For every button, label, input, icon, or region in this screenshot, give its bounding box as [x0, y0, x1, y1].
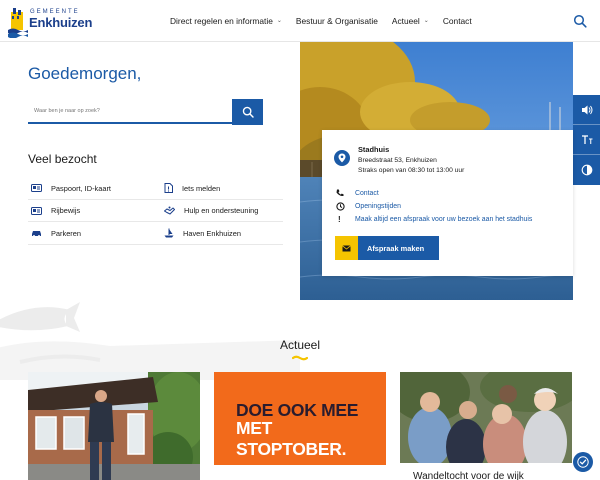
site-header: GEMEENTE Enkhuizen Direct regelen en inf… [0, 0, 600, 42]
afspraak-notice-row[interactable]: ! Maak altijd een afspraak voor uw bezoe… [336, 215, 532, 224]
link-hulp[interactable]: Hulp en ondersteuning [164, 200, 258, 222]
main-nav: Direct regelen en informatie ⌄ Bestuur &… [170, 0, 486, 42]
openingstijden-link-row[interactable]: Openingstijden [336, 202, 401, 211]
stadhuis-address: Breedstraat 53, Enkhuizen [358, 157, 437, 164]
nav-bestuur[interactable]: Bestuur & Organisatie [296, 16, 378, 26]
car-icon [32, 231, 41, 237]
nav-label: Actueel [391, 16, 420, 26]
link-label: Haven Enkhuizen [183, 228, 241, 238]
clock-icon [336, 202, 348, 211]
stadhuis-card: Stadhuis Breedstraat 53, Enkhuizen Strak… [322, 130, 573, 276]
greeting-heading: Goedemorgen, [28, 64, 142, 83]
contact-link[interactable]: Contact [355, 190, 379, 197]
nav-contact[interactable]: Contact [443, 16, 472, 26]
search-button[interactable] [232, 99, 263, 125]
link-label: Parkeren [51, 228, 81, 238]
contrast-button[interactable] [573, 155, 600, 185]
news-item-1-image[interactable] [28, 372, 200, 480]
accessibility-icon [577, 456, 589, 468]
speaker-icon [581, 105, 592, 114]
nav-label: Contact [442, 16, 472, 26]
exclamation-icon: ! [338, 215, 341, 224]
envelope-icon [335, 236, 358, 260]
location-pin-icon [334, 150, 350, 166]
openingstijden-link[interactable]: Openingstijden [355, 203, 401, 210]
logo-title: Enkhuizen [29, 15, 93, 30]
wave-decoration [0, 302, 300, 380]
popular-links: Paspoort, ID-kaart Iets melden Rijbewijs… [28, 177, 283, 245]
chevron-down-icon: ⌄ [276, 17, 282, 24]
text-size-icon [581, 134, 592, 144]
afspraak-notice-link[interactable]: Maak altijd een afspraak voor uw bezoek … [355, 216, 532, 223]
news-item-3-caption[interactable]: Wandeltocht voor de wijk [413, 471, 524, 480]
popular-row: Parkeren Haven Enkhuizen [28, 222, 283, 245]
drivers-license-icon [31, 206, 42, 215]
link-label: Hulp en ondersteuning [184, 206, 259, 215]
link-label: Rijbewijs [51, 206, 81, 215]
link-iets-melden[interactable]: Iets melden [164, 177, 220, 199]
search-icon [242, 106, 254, 118]
nav-label: Direct regelen en informatie [170, 16, 273, 26]
nav-label: Bestuur & Organisatie [295, 16, 378, 26]
stadhuis-title: Stadhuis [358, 145, 390, 154]
city-emblem-icon [8, 8, 28, 38]
link-label: Paspoort, ID-kaart [51, 183, 111, 193]
link-paspoort[interactable]: Paspoort, ID-kaart [31, 177, 111, 199]
link-parkeren[interactable]: Parkeren [31, 222, 81, 244]
link-haven[interactable]: Haven Enkhuizen [164, 222, 241, 244]
report-icon [164, 183, 173, 193]
stadhuis-hours: Straks open van 08:30 tot 13:00 uur [358, 167, 465, 174]
search-field[interactable] [28, 99, 232, 124]
popular-row: Rijbewijs Hulp en ondersteuning [28, 200, 283, 222]
accessibility-toolbar [573, 95, 600, 185]
popular-row: Paspoort, ID-kaart Iets melden [28, 177, 283, 200]
phone-icon [336, 189, 348, 197]
nav-actueel[interactable]: Actueel ⌄ [392, 16, 429, 26]
contact-link-row[interactable]: Contact [336, 189, 379, 197]
search-input[interactable] [28, 99, 232, 123]
nav-direct-regelen[interactable]: Direct regelen en informatie ⌄ [170, 16, 282, 26]
news-item-2-stoptober[interactable]: DOE OOK MEE MET STOPTOBER. [214, 372, 386, 465]
id-card-icon [31, 184, 42, 192]
read-aloud-button[interactable] [573, 95, 600, 125]
harbor-icon [164, 228, 174, 238]
logo[interactable]: GEMEENTE Enkhuizen [8, 6, 92, 38]
afspraak-maken-button[interactable]: Afspraak maken [335, 236, 439, 260]
accessibility-widget-button[interactable] [573, 452, 593, 472]
support-icon [164, 206, 175, 215]
link-label: Iets melden [182, 183, 221, 193]
afspraak-maken-label: Afspraak maken [367, 243, 425, 253]
text-size-button[interactable] [573, 125, 600, 155]
link-rijbewijs[interactable]: Rijbewijs [31, 200, 80, 222]
stoptober-headline-2: MET STOPTOBER. [236, 418, 347, 459]
heading-underline-mark [292, 355, 308, 361]
search-icon[interactable] [573, 14, 587, 28]
popular-heading: Veel bezocht [28, 152, 97, 166]
page: GEMEENTE Enkhuizen Direct regelen en inf… [0, 0, 600, 480]
contrast-icon [581, 164, 592, 176]
chevron-down-icon: ⌄ [423, 17, 429, 24]
news-heading: Actueel [279, 338, 321, 352]
